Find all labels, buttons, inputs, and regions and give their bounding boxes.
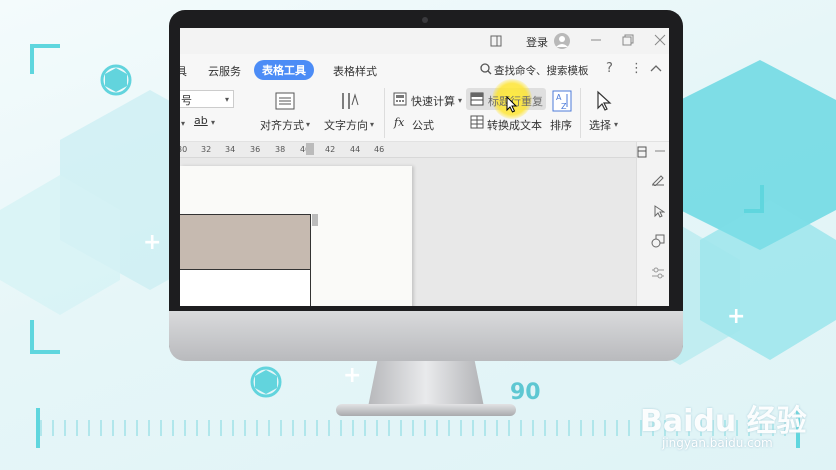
table-header-row[interactable] <box>180 214 311 270</box>
plus-icon: + <box>143 230 162 255</box>
strikethrough-button[interactable]: ab <box>194 114 208 127</box>
text-direction-button[interactable]: 文字方向 <box>324 117 368 133</box>
chevron-down-icon: ▾ <box>614 120 619 129</box>
document-area <box>180 158 636 306</box>
ruler-tick: 42 <box>325 145 336 154</box>
chevron-down-icon: ▾ <box>306 120 311 129</box>
tab-tools[interactable]: 具 <box>180 63 187 79</box>
sort-icon[interactable]: AZ <box>552 90 572 112</box>
sort-button[interactable]: 排序 <box>550 117 572 133</box>
help-icon[interactable]: ? <box>606 61 613 76</box>
ruler-marker[interactable] <box>306 143 314 155</box>
chevron-down-icon: ▾ <box>370 120 375 129</box>
pointer-icon[interactable] <box>653 204 665 218</box>
align-button[interactable]: 对齐方式 <box>260 117 304 133</box>
corner-bracket <box>744 185 764 213</box>
horizontal-ruler: 30 32 34 36 38 40 42 44 46 <box>180 142 636 158</box>
search-icon[interactable] <box>480 63 492 75</box>
formula-button[interactable]: 公式 <box>412 117 434 133</box>
close-icon[interactable] <box>654 34 666 46</box>
quick-calc-button[interactable]: 快速计算 <box>411 93 455 109</box>
tab-table-style[interactable]: 表格样式 <box>333 63 377 79</box>
watermark-logo: Baidu 经验 <box>640 404 807 439</box>
corner-bracket <box>30 320 60 354</box>
ruler-tick: 44 <box>350 145 361 154</box>
svg-text:A: A <box>556 93 562 102</box>
ribbon-divider <box>580 88 581 138</box>
ruler-tick: 32 <box>201 145 212 154</box>
document-page[interactable] <box>180 166 412 306</box>
sidebar-grip <box>655 150 665 152</box>
ruler-tick: 30 <box>180 145 188 154</box>
camera-icon <box>422 17 428 23</box>
avatar-icon[interactable] <box>553 32 571 50</box>
restore-icon[interactable] <box>622 34 634 46</box>
title-repeat-icon <box>470 92 484 106</box>
table-row[interactable] <box>180 270 311 306</box>
monitor-chin <box>169 311 683 361</box>
login-button[interactable]: 登录 <box>526 34 548 50</box>
align-icon[interactable] <box>275 92 295 110</box>
minimize-icon[interactable] <box>590 34 602 46</box>
plus-icon: + <box>727 304 746 329</box>
mouse-cursor-icon <box>506 96 518 113</box>
chevron-down-icon[interactable]: ▾ <box>181 119 185 128</box>
plus-icon: + <box>343 363 362 388</box>
svg-text:Z: Z <box>561 102 567 111</box>
ruler-tick: 36 <box>250 145 261 154</box>
monitor-stand <box>368 361 484 407</box>
monitor-base <box>336 404 516 416</box>
app-window: 登录 具 云服务 表格工具 表格样式 查找命令、搜索模板 ? ⋮ 号 ▾ ▾ a… <box>180 28 669 306</box>
tablet-mode-icon[interactable] <box>490 35 502 47</box>
more-icon[interactable]: ⋮ <box>630 61 643 76</box>
text-direction-icon[interactable] <box>340 91 360 111</box>
decor-number: 90 <box>510 380 541 405</box>
settings-sliders-icon[interactable] <box>651 266 665 280</box>
title-bar: 登录 <box>180 28 669 54</box>
search-command-input[interactable]: 查找命令、搜索模板 <box>494 63 589 78</box>
pen-icon[interactable] <box>651 172 665 186</box>
calculator-icon[interactable] <box>393 92 407 106</box>
select-button[interactable]: 选择 <box>589 117 611 133</box>
tab-table-tools[interactable]: 表格工具 <box>254 60 314 80</box>
chevron-down-icon: ▾ <box>225 95 230 104</box>
ruler-tick: 38 <box>275 145 286 154</box>
tab-cloud-service[interactable]: 云服务 <box>208 63 241 79</box>
right-sidebar <box>636 142 669 306</box>
ribbon-divider <box>384 88 385 138</box>
convert-text-icon[interactable] <box>470 115 484 129</box>
ribbon-panel: 号 ▾ ▾ ab ▾ 对齐方式 ▾ 文字方向 ▾ 快速计算 ▾ fx 公式 标题… <box>180 79 669 142</box>
panel-toggle-icon[interactable] <box>637 146 647 158</box>
chevron-down-icon[interactable]: ▾ <box>211 118 215 127</box>
formula-icon: fx <box>394 116 405 129</box>
shapes-icon[interactable] <box>651 234 665 248</box>
font-size-dropdown[interactable]: 号 ▾ <box>180 90 234 108</box>
convert-text-button[interactable]: 转换成文本 <box>487 117 542 133</box>
chevron-down-icon: ▾ <box>458 96 463 105</box>
table-resize-handle[interactable] <box>312 214 318 226</box>
corner-bracket <box>30 44 60 74</box>
watermark-url: jingyan.baidu.com <box>662 436 773 450</box>
ruler-tick: 46 <box>374 145 385 154</box>
ruler-tick: 34 <box>225 145 236 154</box>
collapse-ribbon-icon[interactable] <box>650 64 662 72</box>
ribbon-tabs: 具 云服务 表格工具 表格样式 查找命令、搜索模板 ? ⋮ <box>180 54 669 84</box>
title-repeat-button[interactable]: 标题行重复 <box>466 79 546 119</box>
select-cursor-icon[interactable] <box>596 90 612 112</box>
font-size-label: 号 <box>181 94 192 107</box>
